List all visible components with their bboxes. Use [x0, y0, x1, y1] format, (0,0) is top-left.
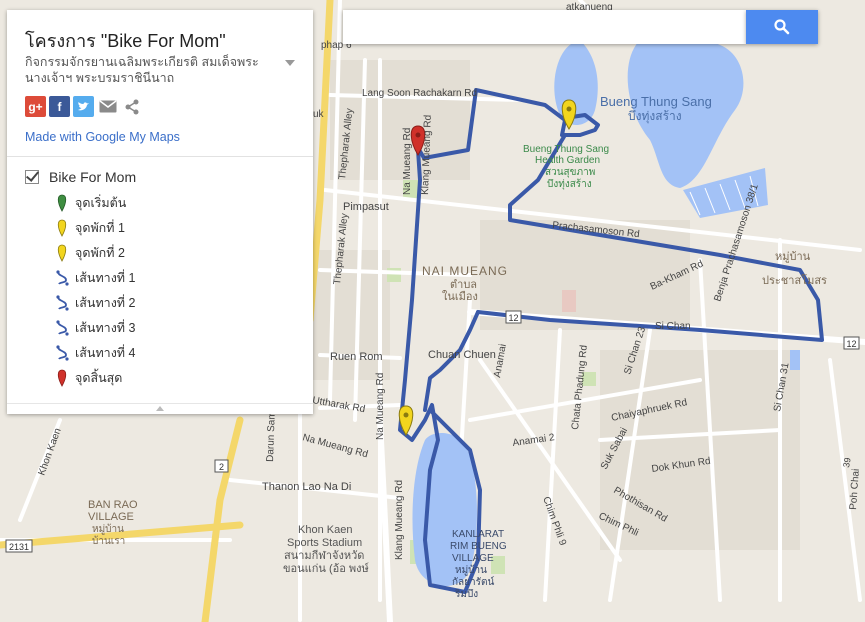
- map-description: กิจกรรมจักรยานเฉลิมพระเกียรติ สมเด็จพระน…: [25, 55, 259, 85]
- route-icon: [56, 269, 69, 286]
- route-shield-label: 2: [219, 462, 224, 472]
- map-title: โครงการ "Bike For Mom": [25, 31, 226, 51]
- divider: [7, 156, 313, 157]
- legend-item-label: เส้นทางที่ 2: [75, 295, 136, 310]
- facebook-icon[interactable]: f: [49, 96, 70, 117]
- layer-name: Bike For Mom: [49, 169, 137, 185]
- facebook-label: f: [57, 99, 62, 114]
- legend-item-route-3[interactable]: เส้นทางที่ 3: [55, 315, 135, 340]
- legend-item-label: จุดเริ่มต้น: [75, 195, 127, 210]
- map-label: บึงทุ่งสร้าง: [628, 109, 682, 124]
- twitter-icon[interactable]: [73, 96, 94, 117]
- street-label: Pimpasut: [343, 201, 389, 213]
- yellow-marker-icon: [57, 244, 67, 262]
- map-label: กัลยารัตน์: [452, 576, 495, 588]
- layer-header[interactable]: Bike For Mom: [25, 166, 136, 188]
- map-label: NAI MUEANG: [422, 264, 508, 278]
- collapse-bar[interactable]: [7, 403, 313, 414]
- search-icon: [774, 19, 790, 35]
- map-label: Khon Kaen: [298, 524, 352, 536]
- street-label: uk: [313, 109, 325, 120]
- map-label: สวนสุขภาพ: [545, 167, 595, 178]
- street-label: 39: [841, 457, 853, 469]
- street-label: Na Mueang Rd: [375, 373, 386, 440]
- map-label: หมู่บ้าน: [455, 564, 487, 576]
- route-shield-label: 12: [846, 339, 856, 349]
- legend-item-label: เส้นทางที่ 3: [75, 320, 136, 335]
- layer-items: จุดเริ่มต้น จุดพักที่ 1 จุดพักที่ 2 เส้น…: [55, 190, 135, 390]
- street-label: Chuan Chuen: [428, 349, 496, 361]
- street-label: Lang Soon Rachakarn Rd: [362, 88, 477, 99]
- map-label: ตำบล: [450, 279, 477, 291]
- street-label: Darun Sam: [265, 411, 278, 462]
- map-label: Sports Stadium: [287, 537, 362, 549]
- map-label: บึงทุ่งสร้าง: [547, 178, 592, 190]
- legend-item-label: เส้นทางที่ 1: [75, 270, 136, 285]
- map-label: VILLAGE: [452, 553, 494, 564]
- map-label: ขอนแก่น (อ้อ พงษ์: [283, 562, 369, 575]
- legend-item-label: จุดพักที่ 2: [75, 245, 125, 260]
- map-label: ในเมือง: [442, 290, 478, 303]
- street-label: Na Mueang Rd: [402, 128, 413, 195]
- route-icon: [56, 294, 69, 311]
- map-label: VILLAGE: [88, 511, 134, 523]
- legend-item-route-4[interactable]: เส้นทางที่ 4: [55, 340, 135, 365]
- legend-item-route-2[interactable]: เส้นทางที่ 2: [55, 290, 135, 315]
- legend-item-route-1[interactable]: เส้นทางที่ 1: [55, 265, 135, 290]
- search-input[interactable]: [343, 10, 746, 44]
- legend-item-start[interactable]: จุดเริ่มต้น: [55, 190, 135, 215]
- legend-item-rest-1[interactable]: จุดพักที่ 1: [55, 215, 135, 240]
- google-plus-label: g+: [28, 99, 43, 114]
- route-shield-label: 12: [508, 313, 518, 323]
- map-legend-panel: โครงการ "Bike For Mom" กิจกรรมจักรยานเฉล…: [7, 10, 313, 414]
- street-label: Ruen Rom: [330, 351, 383, 363]
- map-label: สนามกีฬาจังหวัด: [284, 549, 364, 562]
- search-button[interactable]: [746, 10, 818, 44]
- legend-item-rest-2[interactable]: จุดพักที่ 2: [55, 240, 135, 265]
- route-icon: [56, 344, 69, 361]
- map-label: หมู่บ้าน: [775, 251, 811, 263]
- route-shield: 2: [214, 459, 229, 473]
- layer-checkbox[interactable]: [25, 170, 39, 184]
- made-with-my-maps-link[interactable]: Made with Google My Maps: [25, 130, 180, 144]
- map-label: บ้านเรา: [92, 535, 125, 547]
- green-marker-icon: [57, 194, 67, 212]
- map-label: ประชาสโมสร: [762, 273, 827, 287]
- street-label: Si Chan: [655, 321, 691, 332]
- map-label: Bueng Thung Sang: [600, 94, 712, 109]
- yellow-marker-icon: [57, 219, 67, 237]
- route-shield-label: 2131: [9, 542, 29, 552]
- email-icon[interactable]: [97, 96, 118, 117]
- map-label: RIM BUENG: [450, 541, 507, 552]
- route-shield: 12: [843, 336, 860, 350]
- legend-item-label: เส้นทางที่ 4: [75, 345, 136, 360]
- route-icon: [56, 319, 69, 336]
- map-label: Health Garden: [535, 155, 600, 166]
- share-bar: g+ f: [25, 96, 142, 118]
- collapse-arrow-icon[interactable]: [156, 406, 164, 411]
- legend-item-end[interactable]: จุดสิ้นสุด: [55, 365, 135, 390]
- map-label: ริมบึง: [454, 588, 478, 600]
- route-shield: 2131: [5, 539, 33, 553]
- google-plus-icon[interactable]: g+: [25, 96, 46, 117]
- map-label: หมู่บ้าน: [92, 523, 124, 535]
- map-label: BAN RAO: [88, 499, 138, 511]
- street-label: Thanon Lao Na Di: [262, 481, 351, 493]
- red-marker-icon: [57, 369, 67, 387]
- legend-item-label: จุดสิ้นสุด: [75, 370, 123, 385]
- map-label: Bueng Thung Sang: [523, 144, 609, 155]
- route-shield: 12: [505, 310, 522, 324]
- legend-item-label: จุดพักที่ 1: [75, 220, 125, 235]
- street-label: Klang Mueang Rd: [394, 480, 405, 560]
- description-dropdown-arrow-icon[interactable]: [285, 60, 295, 66]
- hospital-area: [562, 290, 576, 312]
- map-label: KANLARAT: [452, 529, 504, 540]
- share-icon[interactable]: [121, 96, 142, 117]
